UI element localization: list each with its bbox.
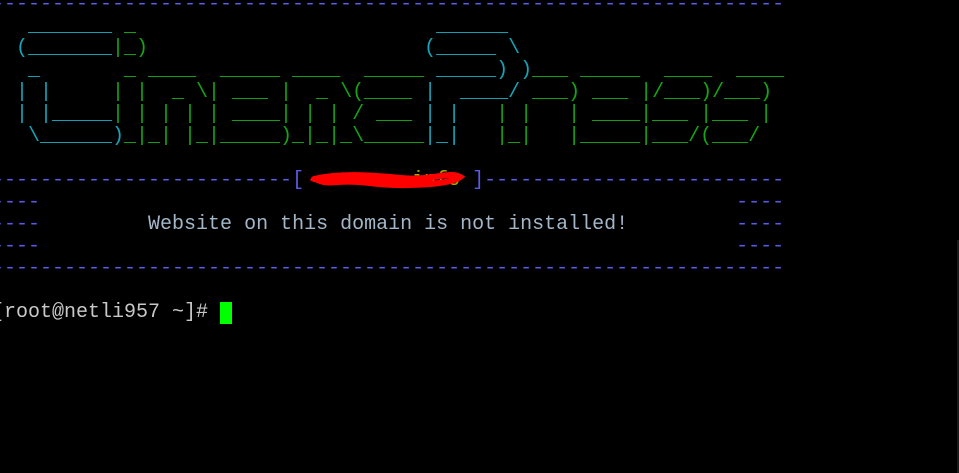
- not-installed-message: Website on this domain is not installed!: [148, 213, 629, 236]
- logo-line: \______)_|_| |_|_____)_|_|_\_____|_| |_|…: [0, 126, 784, 148]
- bottom-rule: ----------------------------------------…: [0, 257, 785, 280]
- logo-segment: | |: [424, 103, 461, 126]
- logo-line: | | | | _ \| ___ | _ \(____ | ____/ ___)…: [0, 82, 784, 104]
- logo-line: _______ _ ______: [0, 16, 784, 38]
- logo-segment: | | _ \| ___ | _ \(____: [52, 81, 425, 104]
- logo-segment: |_): [112, 37, 149, 60]
- logo-segment: | | | ____|___ |___ |: [460, 103, 773, 126]
- terminal-cursor: [220, 302, 233, 324]
- logo-segment: |_|: [424, 125, 461, 148]
- side-line: ---- ----: [0, 236, 784, 258]
- side-dashes-left: ----: [0, 213, 41, 236]
- logo-segment: | |: [16, 81, 53, 104]
- logo-segment: \______): [0, 125, 125, 148]
- logo-segment: | ____/: [424, 81, 521, 104]
- side-line: ---- ----: [0, 192, 784, 214]
- message-line: ---- Website on this domain is not insta…: [0, 214, 784, 236]
- logo-segment: | |_____: [0, 103, 113, 126]
- logo-segment: ___ _____ ____ ____: [532, 59, 785, 82]
- logo-segment: (_____ \: [148, 37, 521, 60]
- side-dashes-right: ----: [736, 213, 785, 236]
- logo-segment: | | | | | ____| | | / ___: [112, 103, 425, 126]
- logo-segment: (_______: [0, 37, 113, 60]
- domain-banner: -------------------------[ .info ]------…: [0, 170, 784, 192]
- side-dashes-right: ----: [736, 191, 785, 214]
- prompt-line[interactable]: [root@netli957 ~]#: [0, 302, 784, 324]
- logo-line: _ _ ____ _____ ____ _____ _____) )___ __…: [0, 60, 784, 82]
- logo-segment: ___) ___ |/___)/___): [520, 81, 773, 104]
- side-dashes-right: ----: [736, 235, 785, 258]
- banner-right-dashes: -------------------------: [484, 169, 785, 192]
- terminal[interactable]: ----------------------------------------…: [0, 0, 784, 324]
- logo-segment: _____) ): [436, 59, 533, 82]
- logo-line: | |_____| | | | | ____| | | / ___ | | | …: [0, 104, 784, 126]
- shell-prompt: [root@netli957 ~]#: [0, 301, 221, 324]
- logo-segment: _|_| |_|_____)_|_|_\_____: [124, 125, 425, 148]
- domain-name-redacted: .info: [310, 169, 466, 192]
- banner-left-dashes: -------------------------: [0, 169, 293, 192]
- ascii-logo: _______ _ ______ (_______|_) (_____ \ _ …: [0, 16, 784, 148]
- side-dashes-left: ----: [0, 235, 41, 258]
- logo-segment: _: [28, 59, 41, 82]
- logo-line: (_______|_) (_____ \: [0, 38, 784, 60]
- logo-segment: ______: [136, 15, 509, 38]
- logo-segment: _ ____ _____ ____ _____: [40, 59, 437, 82]
- red-redaction-scribble: [310, 172, 466, 188]
- logo-segment: |_| |_____|___/(___/: [460, 125, 761, 148]
- logo-segment: _______: [0, 15, 113, 38]
- top-rule: ----------------------------------------…: [0, 0, 785, 16]
- side-dashes-left: ----: [0, 191, 41, 214]
- logo-segment: _: [112, 15, 137, 38]
